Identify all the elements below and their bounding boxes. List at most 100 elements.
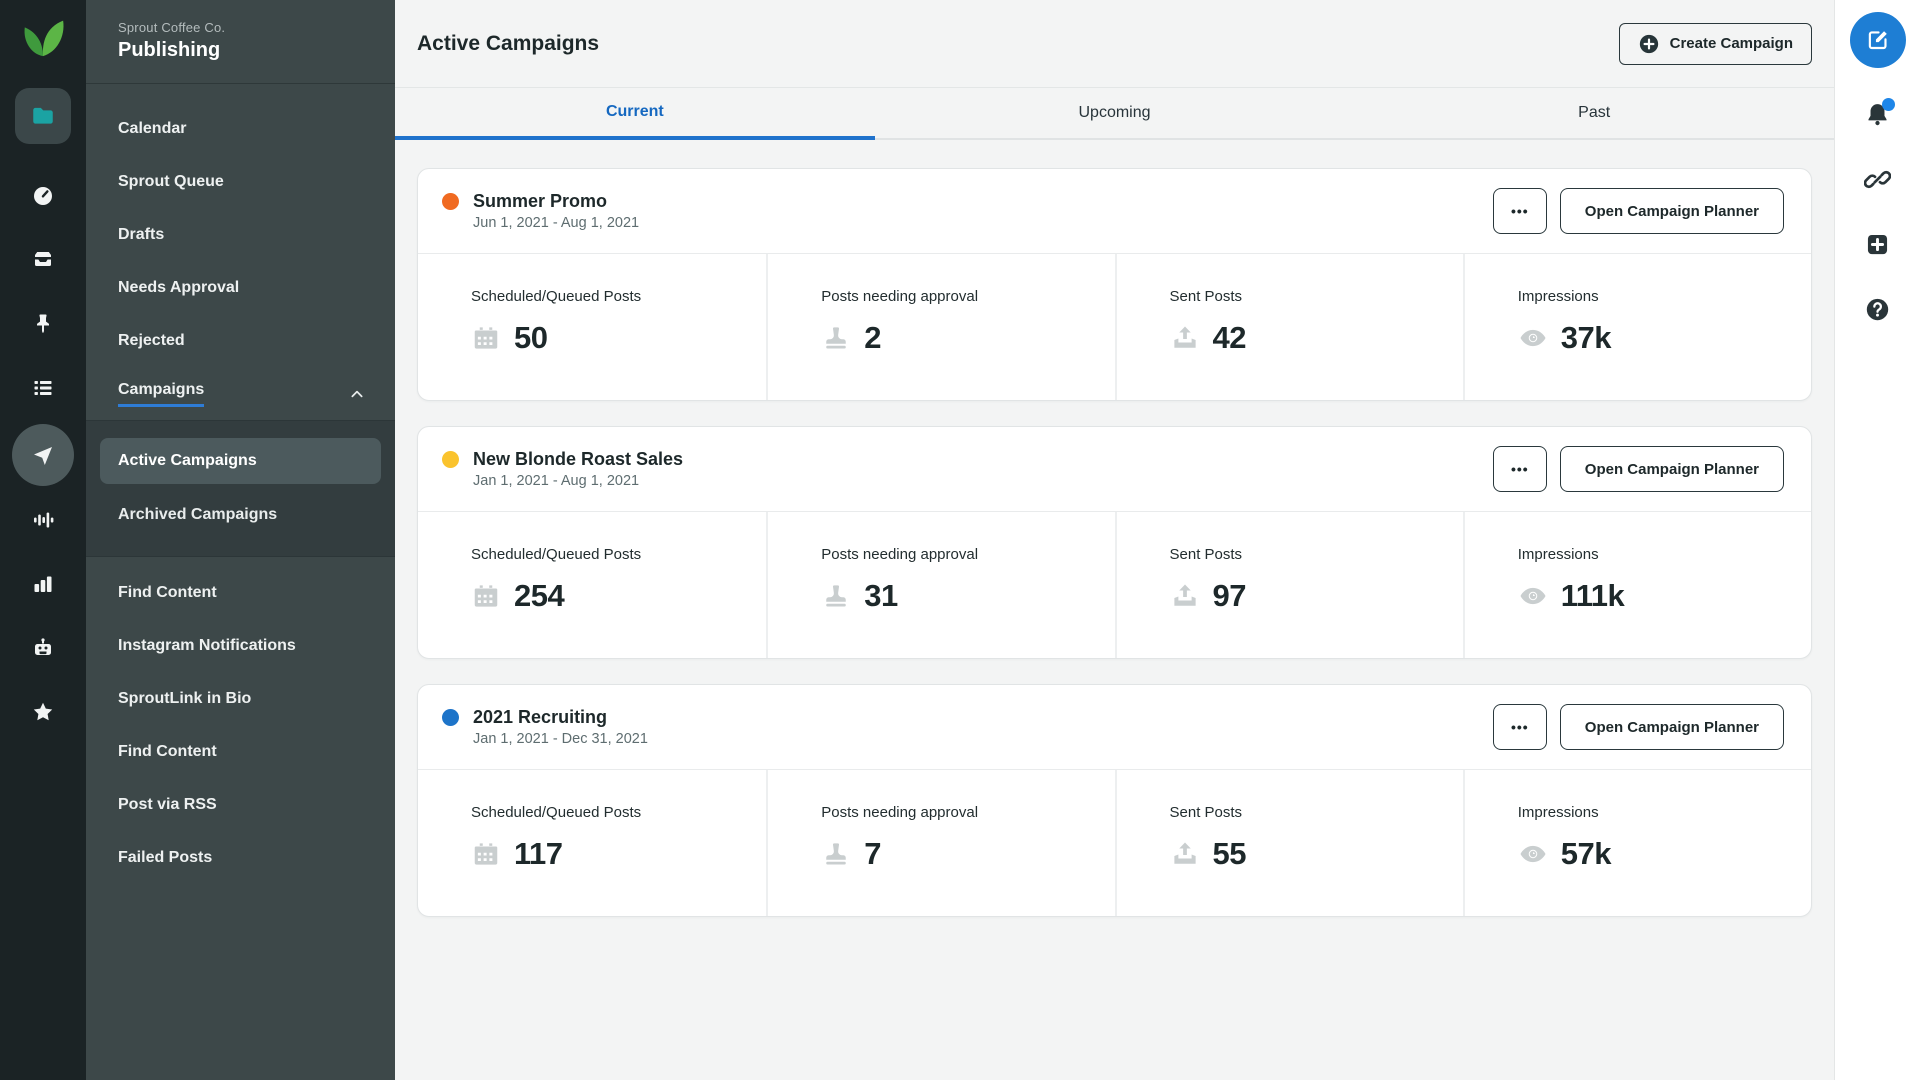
open-campaign-planner-button[interactable]: Open Campaign Planner — [1560, 188, 1784, 234]
send-tray-icon — [1170, 323, 1200, 353]
notification-badge — [1882, 98, 1895, 111]
campaign-color-dot — [442, 451, 459, 468]
notifications-button[interactable] — [1864, 101, 1891, 128]
campaign-list: Summer Promo Jun 1, 2021 - Aug 1, 2021 •… — [395, 140, 1834, 1080]
stat-scheduled-queued-posts: Scheduled/Queued Posts 117 — [418, 770, 766, 916]
queue-list-icon[interactable] — [31, 376, 55, 400]
campaigns-submenu: Active Campaigns Archived Campaigns — [86, 420, 395, 557]
pin-icon[interactable] — [31, 312, 55, 336]
sidebar-item-failed-posts[interactable]: Failed Posts — [86, 831, 395, 884]
app-window: Sprout Coffee Co. Publishing Calendar Sp… — [0, 0, 1920, 1080]
campaign-card: Summer Promo Jun 1, 2021 - Aug 1, 2021 •… — [417, 168, 1812, 401]
campaign-card: 2021 Recruiting Jan 1, 2021 - Dec 31, 20… — [417, 684, 1812, 917]
sidebar-item-find-content-2[interactable]: Find Content — [86, 725, 395, 778]
stat-value: 2 — [864, 320, 881, 356]
campaign-overflow-menu-button[interactable]: ••• — [1493, 704, 1547, 750]
help-icon[interactable] — [1864, 296, 1891, 323]
chevron-up-icon — [349, 386, 365, 402]
sidebar-item-archived-campaigns[interactable]: Archived Campaigns — [100, 492, 381, 538]
sidebar-header: Sprout Coffee Co. Publishing — [86, 0, 395, 84]
sidebar-item-campaigns[interactable]: Campaigns — [86, 367, 395, 420]
campaign-titles: Summer Promo Jun 1, 2021 - Aug 1, 2021 — [473, 191, 639, 231]
utility-rail — [1834, 0, 1920, 1080]
campaign-card-header: New Blonde Roast Sales Jan 1, 2021 - Aug… — [418, 427, 1811, 511]
campaign-actions: ••• Open Campaign Planner — [1493, 188, 1784, 234]
stat-impressions: Impressions 57k — [1463, 770, 1811, 916]
star-icon[interactable] — [31, 700, 55, 724]
calendar-icon — [471, 323, 501, 353]
stat-posts-needing-approval: Posts needing approval 2 — [766, 254, 1114, 400]
publishing-sidebar: Sprout Coffee Co. Publishing Calendar Sp… — [86, 0, 395, 1080]
campaign-stats-row: Scheduled/Queued Posts 254 Posts needing… — [418, 511, 1811, 658]
sidebar-item-drafts[interactable]: Drafts — [86, 208, 395, 261]
campaign-stats-row: Scheduled/Queued Posts 50 Posts needing … — [418, 253, 1811, 400]
sprout-logo-icon[interactable] — [20, 13, 66, 59]
campaign-name: New Blonde Roast Sales — [473, 449, 683, 470]
campaign-card-header: 2021 Recruiting Jan 1, 2021 - Dec 31, 20… — [418, 685, 1811, 769]
campaign-name: Summer Promo — [473, 191, 639, 212]
campaign-color-dot — [442, 709, 459, 726]
bot-icon[interactable] — [31, 636, 55, 660]
stat-value: 37k — [1561, 320, 1611, 356]
compose-button[interactable] — [1850, 12, 1906, 68]
sidebar-item-rejected[interactable]: Rejected — [86, 314, 395, 367]
sidebar-item-needs-approval[interactable]: Needs Approval — [86, 261, 395, 314]
eye-icon — [1518, 839, 1548, 869]
tab-current[interactable]: Current — [395, 88, 875, 140]
stat-value: 117 — [514, 836, 563, 872]
stamp-icon — [821, 839, 851, 869]
campaign-color-dot — [442, 193, 459, 210]
open-campaign-planner-button[interactable]: Open Campaign Planner — [1560, 446, 1784, 492]
sidebar-title: Publishing — [118, 39, 395, 62]
sidebar-item-instagram-notifications[interactable]: Instagram Notifications — [86, 619, 395, 672]
create-campaign-button[interactable]: Create Campaign — [1619, 23, 1812, 65]
add-square-icon[interactable] — [1864, 231, 1891, 258]
stat-scheduled-queued-posts: Scheduled/Queued Posts 50 — [418, 254, 766, 400]
eye-icon — [1518, 323, 1548, 353]
open-campaign-planner-button[interactable]: Open Campaign Planner — [1560, 704, 1784, 750]
campaign-card-header: Summer Promo Jun 1, 2021 - Aug 1, 2021 •… — [418, 169, 1811, 253]
campaign-overflow-menu-button[interactable]: ••• — [1493, 188, 1547, 234]
bar-chart-icon[interactable] — [31, 572, 55, 596]
link-icon[interactable] — [1864, 166, 1891, 193]
stat-posts-needing-approval: Posts needing approval 7 — [766, 770, 1114, 916]
stamp-icon — [821, 581, 851, 611]
stat-impressions: Impressions 111k — [1463, 512, 1811, 658]
stat-sent-posts: Sent Posts 42 — [1115, 254, 1463, 400]
sidebar-item-active-campaigns[interactable]: Active Campaigns — [100, 438, 381, 484]
plus-circle-icon — [1638, 33, 1660, 55]
sidebar-item-sproutlink-in-bio[interactable]: SproutLink in Bio — [86, 672, 395, 725]
send-tray-icon — [1170, 581, 1200, 611]
main-content: Active Campaigns Create Campaign Current… — [395, 0, 1834, 1080]
sidebar-tools-menu: Find Content Instagram Notifications Spr… — [86, 557, 395, 884]
sidebar-item-find-content[interactable]: Find Content — [86, 566, 395, 619]
sidebar-item-post-via-rss[interactable]: Post via RSS — [86, 778, 395, 831]
eye-icon — [1518, 581, 1548, 611]
gauge-icon[interactable] — [31, 184, 55, 208]
sidebar-item-calendar[interactable]: Calendar — [86, 102, 395, 155]
page-title: Active Campaigns — [417, 32, 599, 56]
stat-value: 7 — [864, 836, 881, 872]
tab-past[interactable]: Past — [1354, 88, 1834, 140]
campaign-date-range: Jan 1, 2021 - Dec 31, 2021 — [473, 731, 648, 747]
stat-value: 31 — [864, 578, 897, 614]
stat-value: 254 — [514, 578, 564, 614]
paper-plane-icon — [31, 443, 55, 467]
campaign-card: New Blonde Roast Sales Jan 1, 2021 - Aug… — [417, 426, 1812, 659]
stat-sent-posts: Sent Posts 97 — [1115, 512, 1463, 658]
compose-pencil-icon — [1865, 27, 1891, 53]
campaign-stats-row: Scheduled/Queued Posts 117 Posts needing… — [418, 769, 1811, 916]
stat-value: 42 — [1213, 320, 1246, 356]
stat-value: 55 — [1213, 836, 1246, 872]
campaign-overflow-menu-button[interactable]: ••• — [1493, 446, 1547, 492]
campaign-titles: New Blonde Roast Sales Jan 1, 2021 - Aug… — [473, 449, 683, 489]
sidebar-item-sprout-queue[interactable]: Sprout Queue — [86, 155, 395, 208]
waveform-icon[interactable] — [31, 508, 55, 532]
publishing-active-circle[interactable] — [12, 424, 74, 486]
tab-upcoming[interactable]: Upcoming — [875, 88, 1355, 140]
calendar-icon — [471, 581, 501, 611]
send-tray-icon — [1170, 839, 1200, 869]
inbox-icon[interactable] — [31, 248, 55, 272]
compose-folder-active-highlight[interactable] — [15, 88, 71, 144]
campaign-date-range: Jun 1, 2021 - Aug 1, 2021 — [473, 215, 639, 231]
